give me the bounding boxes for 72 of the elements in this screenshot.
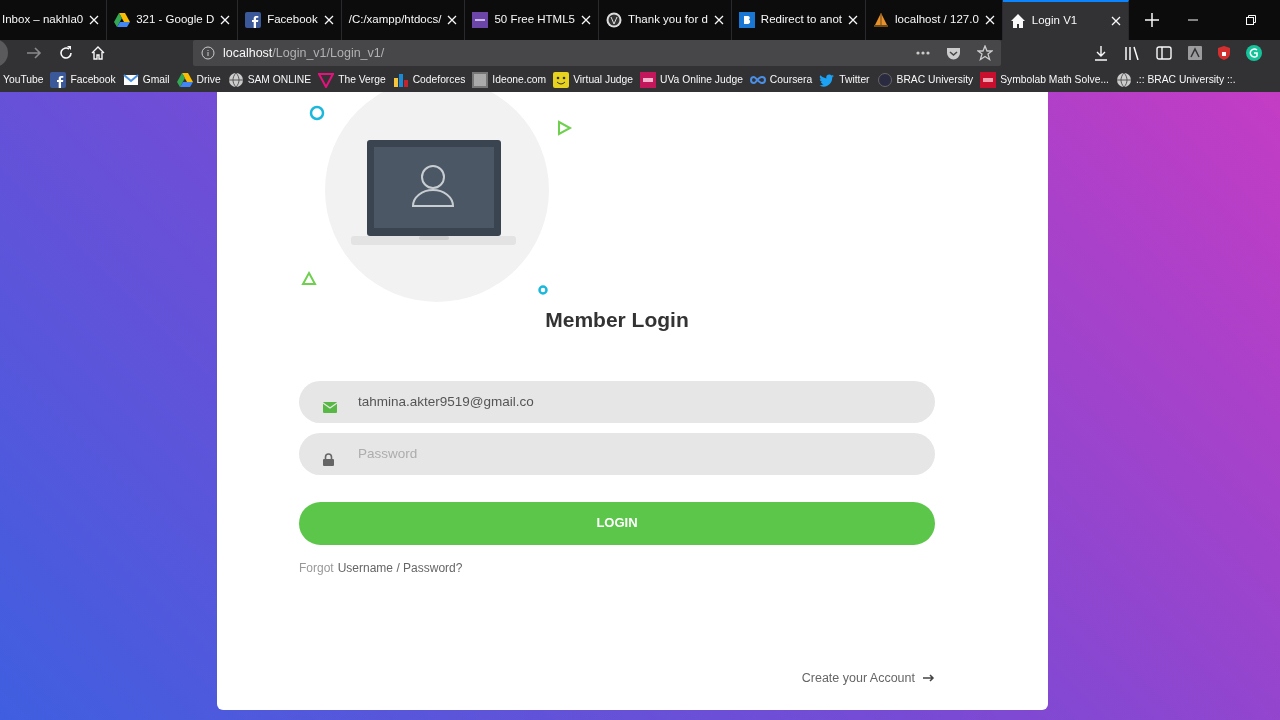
download-icon[interactable]	[1094, 45, 1108, 61]
close-icon[interactable]	[220, 15, 231, 25]
bookmark[interactable]: Ideone.com	[472, 72, 547, 88]
library-icon[interactable]	[1124, 46, 1140, 60]
bookmark[interactable]: Coursera	[749, 72, 813, 88]
home-icon	[1009, 13, 1026, 29]
forgot-link[interactable]: Username / Password?	[337, 558, 463, 577]
close-icon[interactable]	[713, 15, 724, 25]
forgot-text: Forgot	[299, 559, 334, 577]
url-host: localhost	[223, 44, 273, 62]
bookmark[interactable]: UVa Online Judge	[640, 72, 743, 88]
login-title: Member Login	[544, 307, 690, 333]
triangle-icon	[318, 72, 335, 88]
bookmark[interactable]: BRAC University	[876, 72, 974, 88]
circle-logo-icon	[605, 12, 622, 28]
envelope-icon	[323, 401, 337, 413]
create-account-link[interactable]: Create your Account	[801, 668, 915, 688]
facebook-icon	[245, 12, 262, 28]
more-icon[interactable]	[916, 51, 930, 55]
grammar-icon[interactable]	[1246, 45, 1262, 61]
star-icon[interactable]	[977, 45, 993, 61]
drive-icon	[176, 72, 193, 88]
extension-icon[interactable]	[1188, 46, 1202, 60]
square-icon	[472, 12, 489, 28]
bookmark[interactable]: The Verge	[318, 72, 386, 88]
lock-icon	[323, 452, 334, 466]
bookmark[interactable]: YouTube	[3, 72, 44, 88]
browser-tab[interactable]: Login V1	[1002, 0, 1129, 40]
password-field[interactable]: Password	[299, 432, 935, 475]
seal-icon	[876, 72, 893, 88]
bookmark[interactable]: Gmail	[122, 72, 170, 88]
bookmark[interactable]: Virtual Judge	[553, 72, 634, 88]
bookmark[interactable]: Codeforces	[392, 72, 466, 88]
bookmark[interactable]: SAM ONLINE	[227, 72, 312, 88]
close-icon[interactable]	[1110, 16, 1121, 26]
close-icon[interactable]	[89, 15, 100, 25]
email-field[interactable]: tahmina.akter9519@gmail.co	[299, 380, 935, 423]
globe-icon	[1115, 72, 1132, 88]
home-icon[interactable]	[90, 45, 106, 61]
reload-icon[interactable]	[58, 45, 74, 61]
square-icon	[640, 72, 657, 88]
close-icon[interactable]	[984, 15, 995, 25]
url-path: /Login_v1/Login_v1/	[272, 44, 385, 62]
bookmark[interactable]: Symbolab Math Solve...	[980, 72, 1109, 88]
facebook-icon	[50, 72, 67, 88]
restore-icon[interactable]	[1246, 15, 1256, 25]
bookmark[interactable]: Drive	[176, 72, 221, 88]
drive-icon	[114, 12, 131, 28]
close-icon[interactable]	[323, 15, 334, 25]
bookmark[interactable]: Twitter	[819, 72, 870, 88]
address-bar[interactable]: localhost/Login_v1/Login_v1/	[193, 40, 1001, 66]
bookmark[interactable]: Facebook	[50, 72, 116, 88]
square-icon	[472, 72, 489, 88]
globe-icon	[227, 72, 244, 88]
plus-icon[interactable]	[1144, 13, 1159, 28]
bookmark[interactable]: .:: BRAC University ::.	[1115, 72, 1236, 88]
info-icon[interactable]	[201, 46, 215, 60]
arrow-right-icon[interactable]	[923, 673, 935, 682]
sailboat-icon	[873, 12, 890, 28]
forward-icon[interactable]	[26, 45, 42, 61]
shield-icon[interactable]	[1218, 46, 1230, 60]
square-icon	[980, 72, 997, 88]
pocket-icon[interactable]	[946, 45, 961, 61]
close-icon[interactable]	[447, 15, 458, 25]
sidebar-icon[interactable]	[1156, 46, 1172, 60]
letter-b-icon	[738, 12, 755, 28]
close-icon[interactable]	[848, 15, 859, 25]
bar-chart-icon	[392, 72, 409, 88]
close-icon[interactable]	[580, 15, 591, 25]
envelope-icon	[122, 72, 139, 88]
smiley-icon	[553, 72, 570, 88]
bird-icon	[819, 72, 836, 88]
